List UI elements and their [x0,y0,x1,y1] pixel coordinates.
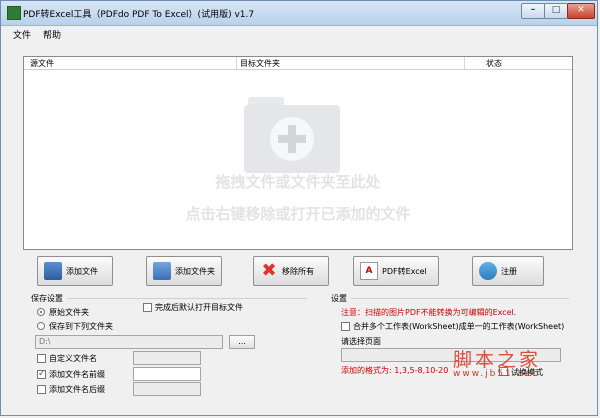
maximize-icon: □ [551,5,561,15]
merge-label: 合并多个工作表(WorkSheet)成单一的工作表(WorkSheet) [353,322,565,331]
open-after-label: 完成后默认打开目标文件 [155,303,243,312]
original-folder-radio[interactable] [37,308,45,316]
register-label: 注册 [501,267,517,276]
group-divider [67,298,307,299]
remove-icon: ✖ [261,260,277,281]
add-suffix-label: 添加文件名后缀 [49,385,105,394]
original-folder-label: 原始文件夹 [49,308,89,317]
convert-button[interactable]: A PDF转Excel [353,256,439,286]
column-target[interactable]: 目标文件夹 [240,58,280,69]
context-hint: 点击右键移除或打开已添加的文件 [185,205,411,223]
remove-all-button[interactable]: ✖ 移除所有 [253,256,329,286]
close-icon: ✕ [577,5,585,15]
page-format-hint: 添加的格式为: 1,3,5-8,10-20 [341,366,449,375]
add-folder-label: 添加文件夹 [175,267,215,276]
add-suffix-checkbox[interactable] [37,385,46,394]
add-prefix-checkbox[interactable] [37,369,46,379]
minimize-button[interactable]: – [521,3,545,19]
remove-all-label: 移除所有 [282,267,314,276]
app-icon [7,6,21,20]
add-prefix-label: 添加文件名前缀 [49,370,105,379]
prefix-input[interactable] [133,367,201,381]
choose-page-label: 请选择页面 [341,337,381,346]
menu-file[interactable]: 文件 [13,28,31,41]
menu-bar: 文件 帮助 [1,26,597,41]
suffix-input[interactable] [133,382,201,396]
app-window: PDF转Excel工具（PDFdo PDF To Excel）(试用版) v1.… [0,0,598,416]
window-title: PDF转Excel工具（PDFdo PDF To Excel）(试用版) v1.… [23,10,255,20]
column-divider[interactable] [464,57,465,69]
group-divider [351,298,569,299]
browse-button[interactable]: ... [229,335,255,349]
save-to-folder-radio[interactable] [37,322,45,330]
title-bar: PDF转Excel工具（PDFdo PDF To Excel）(试用版) v1.… [1,1,597,26]
maximize-button[interactable]: □ [544,3,568,19]
add-folder-icon [153,262,171,280]
file-list-header: 源文件 目标文件夹 状态 [24,57,572,70]
save-settings-title: 保存设置 [31,294,63,303]
column-status[interactable]: 状态 [486,58,502,69]
custom-name-label: 自定义文件名 [49,354,97,363]
column-source[interactable]: 源文件 [30,58,54,69]
custom-name-input[interactable] [133,351,201,365]
close-button[interactable]: ✕ [567,3,595,19]
minimize-icon: – [530,5,536,15]
file-list[interactable]: 源文件 目标文件夹 状态 拖拽文件或文件夹至此处 点击右键移除或打开已添加的文件 [23,56,573,250]
watermark-url: www.jb51.net [453,369,539,379]
convert-label: PDF转Excel [382,267,427,276]
custom-name-checkbox[interactable] [37,354,46,363]
add-file-icon [44,262,62,280]
pdf-icon: A [360,262,378,280]
add-file-button[interactable]: 添加文件 [37,256,113,286]
scan-note: 注意：扫描的图片PDF不能转换为可编辑的Excel. [341,308,517,317]
open-after-checkbox[interactable] [143,303,152,312]
save-to-folder-label: 保存到下列文件夹 [49,322,113,331]
merge-checkbox[interactable] [341,322,350,331]
watermark-logo: 脚本之家 [453,349,542,371]
register-button[interactable]: 注册 [472,256,544,286]
register-icon [479,262,497,280]
add-folder-placeholder-icon [244,97,340,177]
output-path-input[interactable]: D:\ [35,335,223,349]
menu-help[interactable]: 帮助 [43,28,61,41]
settings-title: 设置 [331,294,347,303]
add-file-label: 添加文件 [66,267,98,276]
column-divider[interactable] [236,57,237,69]
add-folder-button[interactable]: 添加文件夹 [146,256,222,286]
drag-hint: 拖拽文件或文件夹至此处 [215,173,381,191]
